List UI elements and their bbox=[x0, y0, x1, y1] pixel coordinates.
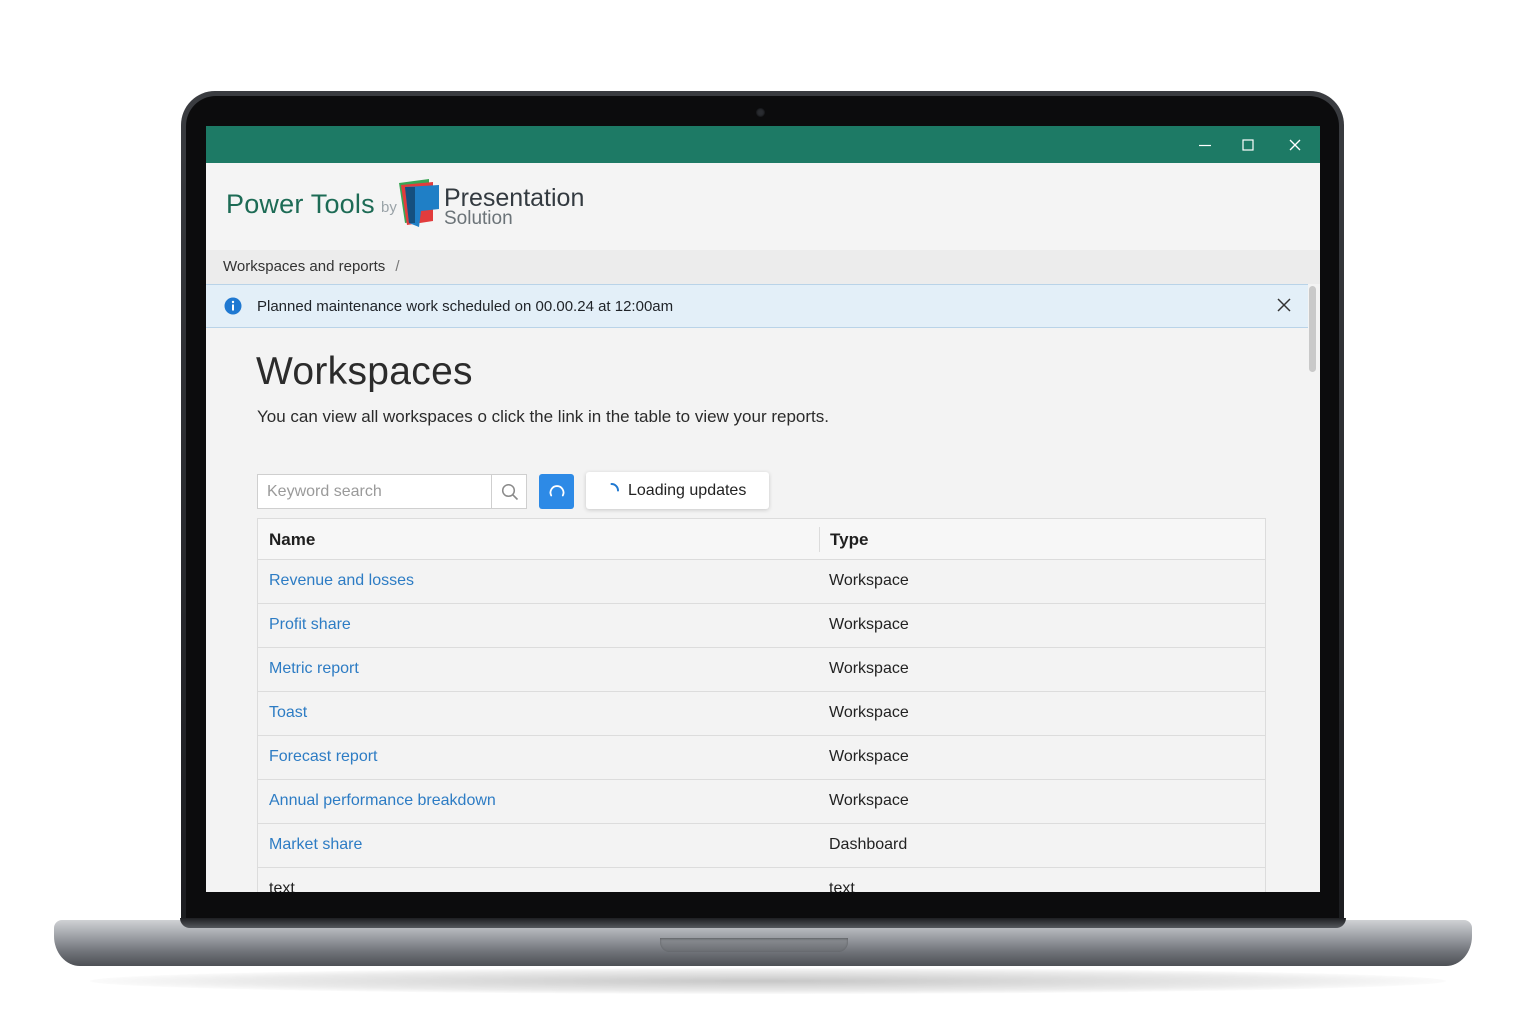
table-row: Market share Dashboard bbox=[258, 824, 1265, 868]
banner-close-button[interactable] bbox=[1276, 297, 1292, 313]
table-row: Forecast report Workspace bbox=[258, 736, 1265, 780]
page-title: Workspaces bbox=[256, 350, 473, 393]
refresh-icon bbox=[549, 484, 564, 496]
spinner-icon bbox=[610, 483, 619, 492]
workspace-link[interactable]: Forecast report bbox=[269, 748, 377, 766]
table-row: Toast Workspace bbox=[258, 692, 1265, 736]
brand-company-line2: Solution bbox=[444, 208, 513, 229]
workspace-type: text bbox=[829, 880, 855, 892]
workspace-type: Workspace bbox=[829, 660, 909, 677]
column-header-type[interactable]: Type bbox=[830, 530, 868, 550]
table-row: Annual performance breakdown Workspace bbox=[258, 780, 1265, 824]
workspace-link[interactable]: Revenue and losses bbox=[269, 572, 414, 590]
workspace-type: Dashboard bbox=[829, 836, 908, 853]
table-header: Name Type bbox=[258, 519, 1265, 560]
close-icon bbox=[1289, 139, 1301, 150]
minimize-button[interactable] bbox=[1182, 126, 1228, 163]
app-window: Power Tools by Presentation Solution Wor… bbox=[206, 126, 1320, 892]
workspace-link[interactable]: Metric report bbox=[269, 660, 359, 678]
table-row: text text bbox=[258, 868, 1265, 892]
workspace-type: Workspace bbox=[829, 704, 909, 721]
loading-indicator: Loading updates bbox=[586, 472, 769, 509]
workspaces-table: Name Type Revenue and losses Workspace P… bbox=[257, 518, 1266, 892]
scrollbar-thumb[interactable] bbox=[1309, 286, 1316, 372]
page-description: You can view all workspaces o click the … bbox=[257, 407, 829, 426]
workspace-link[interactable]: Market share bbox=[269, 836, 362, 854]
workspace-type: Workspace bbox=[829, 748, 909, 765]
scrollbar-track[interactable] bbox=[1308, 284, 1320, 892]
search-box bbox=[257, 474, 527, 509]
maintenance-banner: Planned maintenance work scheduled on 00… bbox=[206, 284, 1308, 328]
laptop-hinge bbox=[180, 918, 1346, 928]
column-header-name[interactable]: Name bbox=[269, 530, 315, 550]
brand-product-name: Power Tools bbox=[226, 189, 375, 219]
banner-message: Planned maintenance work scheduled on 00… bbox=[257, 298, 674, 315]
search-icon bbox=[501, 483, 519, 500]
breadcrumb-item-workspaces[interactable]: Workspaces and reports bbox=[223, 258, 385, 275]
workspace-link[interactable]: Annual performance breakdown bbox=[269, 792, 496, 810]
maximize-button[interactable] bbox=[1225, 126, 1271, 163]
table-row: Revenue and losses Workspace bbox=[258, 560, 1265, 604]
workspace-name: text bbox=[269, 880, 295, 892]
table-row: Profit share Workspace bbox=[258, 604, 1265, 648]
search-button[interactable] bbox=[491, 475, 528, 508]
maximize-icon bbox=[1242, 138, 1254, 151]
laptop-shadow bbox=[90, 968, 1446, 994]
search-input[interactable] bbox=[258, 475, 491, 508]
laptop-notch bbox=[660, 938, 848, 952]
breadcrumb: Workspaces and reports / bbox=[206, 250, 1320, 284]
window-titlebar bbox=[206, 126, 1320, 163]
minimize-icon bbox=[1199, 144, 1211, 146]
close-window-button[interactable] bbox=[1272, 126, 1318, 163]
table-row: Metric report Workspace bbox=[258, 648, 1265, 692]
presentation-solution-logo bbox=[399, 179, 439, 227]
loading-text: Loading updates bbox=[628, 482, 747, 499]
info-icon bbox=[224, 297, 242, 315]
webcam bbox=[756, 108, 765, 117]
refresh-button[interactable] bbox=[539, 474, 574, 509]
workspace-type: Workspace bbox=[829, 792, 909, 809]
workspace-type: Workspace bbox=[829, 616, 909, 633]
column-divider[interactable] bbox=[819, 527, 820, 552]
workspace-type: Workspace bbox=[829, 572, 909, 589]
app-header: Power Tools by Presentation Solution bbox=[206, 163, 1320, 251]
breadcrumb-separator: / bbox=[395, 258, 400, 275]
workspace-link[interactable]: Profit share bbox=[269, 616, 351, 634]
workspace-link[interactable]: Toast bbox=[269, 704, 307, 722]
